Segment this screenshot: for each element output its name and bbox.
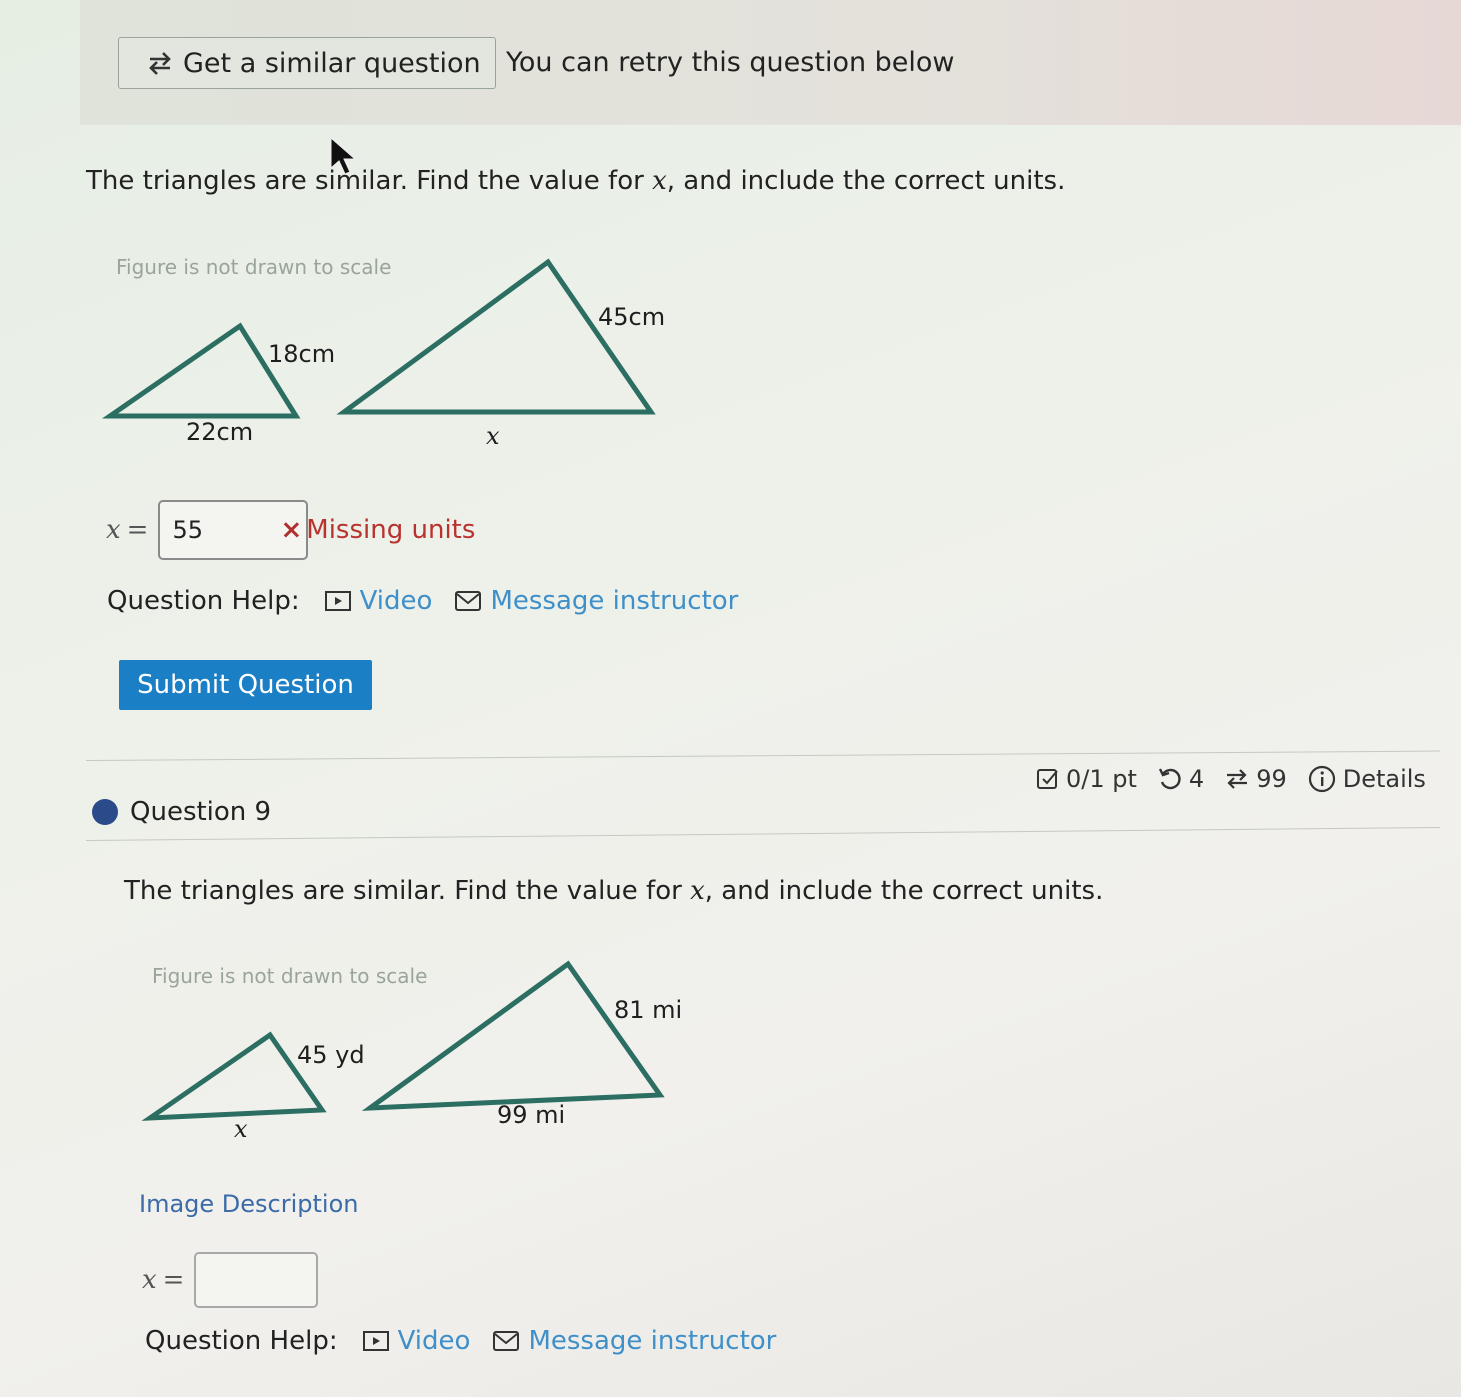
small-triangle-base-label: 22cm [186, 418, 253, 446]
attempts-indicator: 99 [1224, 765, 1287, 793]
small-triangle-side-label: 45 yd [297, 1041, 365, 1069]
video-link[interactable]: Video [324, 586, 432, 616]
question-9-title: Question 9 [130, 797, 272, 827]
triangles-figure: 45 yd x 81 mi 99 mi [141, 960, 682, 1143]
answer-variable: x = [106, 515, 149, 545]
question-meta: 0/1 pt 4 99 Details [1036, 764, 1446, 794]
large-triangle-base-label: 99 mi [497, 1101, 565, 1129]
large-triangle-side-label: 81 mi [614, 996, 682, 1024]
divider [85, 750, 1440, 761]
question-help-label: Question Help: [145, 1326, 338, 1356]
large-triangle-side-label: 45cm [598, 303, 665, 331]
question-9-header: Question 9 [92, 797, 271, 827]
question-status-dot [92, 799, 118, 825]
question-prompt: The triangles are similar. Find the valu… [86, 166, 1066, 196]
checkbox-icon [1037, 769, 1058, 789]
triangles-figure: 18cm 22cm 45cm x [101, 258, 665, 450]
submit-question-button[interactable]: Submit Question [119, 660, 372, 710]
video-play-icon [324, 591, 351, 611]
envelope-icon [493, 1331, 520, 1351]
small-triangle-base-label: x [234, 1115, 248, 1143]
points-indicator: 0/1 pt [1036, 765, 1137, 793]
question-help: Question Help: Video Message instructor [107, 586, 760, 616]
get-similar-question-button[interactable]: Get a similar question [118, 37, 496, 89]
answer-input[interactable] [194, 1252, 319, 1308]
image-description-link[interactable]: Image Description [139, 1190, 358, 1218]
retries-indicator: 4 [1157, 765, 1204, 793]
retry-message: You can retry this question below [506, 47, 955, 78]
get-similar-question-label: Get a similar question [183, 47, 481, 79]
answer-variable: x = [142, 1265, 185, 1295]
small-triangle-side-label: 18cm [268, 340, 335, 368]
details-link[interactable]: Details [1307, 764, 1426, 794]
answer-row: x = [142, 1252, 319, 1308]
envelope-icon [455, 591, 482, 611]
missing-units-error: Missing units [306, 515, 476, 545]
large-triangle [361, 960, 665, 1111]
large-triangle [336, 258, 656, 415]
video-play-icon [362, 1331, 389, 1351]
video-link[interactable]: Video [362, 1326, 470, 1356]
retry-arrows-icon [1227, 769, 1248, 789]
error-x-icon: × [280, 515, 303, 545]
divider [85, 827, 1440, 841]
info-icon [1308, 765, 1335, 793]
message-instructor-link[interactable]: Message instructor [492, 1326, 776, 1356]
question-help-label: Question Help: [107, 586, 300, 616]
message-instructor-link[interactable]: Message instructor [454, 586, 738, 616]
question-help: Question Help: Video Message instructor [145, 1326, 798, 1356]
undo-icon [1158, 768, 1181, 790]
large-triangle-base-label: x [486, 422, 500, 450]
question-prompt: The triangles are similar. Find the valu… [124, 876, 1104, 906]
retry-arrows-icon [149, 52, 171, 75]
answer-row: x = 55 × Missing units [106, 500, 475, 560]
